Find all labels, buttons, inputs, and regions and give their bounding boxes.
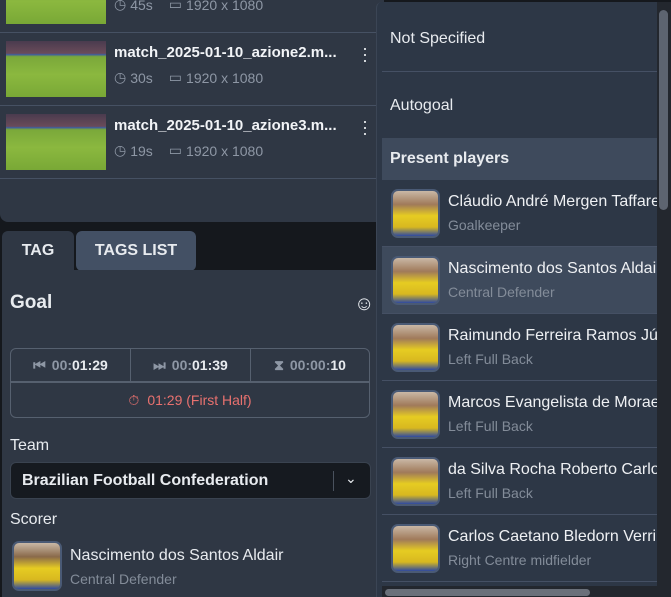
player-role: Left Full Back <box>448 485 533 501</box>
more-options-icon[interactable]: · · · <box>360 39 370 69</box>
team-select[interactable]: Brazilian Football Confederation ⌄ <box>10 462 371 499</box>
monitor-icon: ▭ <box>168 142 183 158</box>
video-thumbnail <box>6 41 106 97</box>
add-emoji-icon[interactable]: ☺ <box>354 293 374 316</box>
clock-icon: ◷ <box>114 69 127 85</box>
horizontal-scrollbar[interactable] <box>382 586 657 597</box>
skip-end-icon: ⏭ <box>153 356 166 373</box>
start-time[interactable]: ⏮ 00:01:29 <box>10 348 131 382</box>
more-options-icon[interactable]: · · · <box>360 112 370 142</box>
scrollbar-thumb[interactable] <box>385 589 590 596</box>
video-name: match_2025-01-10_azione3.m... <box>114 117 337 134</box>
player-option[interactable]: Marcos Evangelista de Moraes Left Full Ba… <box>382 381 668 448</box>
player-name: da Silva Rocha Roberto Carlos <box>448 461 668 478</box>
player-avatar <box>391 323 440 372</box>
scorer-avatar <box>12 541 62 591</box>
option-autogoal[interactable]: Autogoal <box>390 97 453 115</box>
video-name: match_2025-01-10_azione2.m... <box>114 44 337 61</box>
video-item[interactable]: match_2025-01-10_azione3.m... ◷ 19s ▭ 1920 … <box>0 106 376 179</box>
tab-tag[interactable]: TAG <box>2 231 74 271</box>
video-item[interactable]: ◷ 45s ▭ 1920 x 1080 <box>0 0 376 33</box>
skip-start-icon: ⏮ <box>33 356 46 373</box>
section-header: Present players <box>382 138 657 180</box>
scorer-label: Scorer <box>10 511 58 528</box>
player-name: Carlos Caetano Bledorn Verri <box>448 528 657 545</box>
video-item[interactable]: match_2025-01-10_azione2.m... ◷ 30s ▭ 1920 … <box>0 33 376 106</box>
player-name: Raimundo Ferreira Ramos Júnior <box>448 327 671 344</box>
player-option[interactable]: da Silva Rocha Roberto Carlos Left Full B… <box>382 448 668 515</box>
hourglass-icon: ⧗ <box>274 356 284 373</box>
video-thumbnail <box>6 114 106 170</box>
player-option[interactable]: Raimundo Ferreira Ramos Júnior Left Full … <box>382 314 671 381</box>
tab-tags-list[interactable]: TAGS LIST <box>76 231 196 271</box>
player-option[interactable]: Nascimento dos Santos Aldair Central Defe… <box>382 247 661 314</box>
player-avatar <box>391 524 440 573</box>
player-name: Cláudio André Mergen Taffarel <box>448 193 664 210</box>
player-role: Left Full Back <box>448 351 533 367</box>
clock-icon: ◷ <box>114 142 127 158</box>
video-thumbnail <box>6 0 106 24</box>
monitor-icon: ▭ <box>168 0 183 12</box>
option-not-specified[interactable]: Not Specified <box>390 30 485 48</box>
clock-icon: ◷ <box>114 0 127 12</box>
player-name: Nascimento dos Santos Aldair <box>448 260 662 277</box>
player-role: Right Centre midfielder <box>448 552 592 568</box>
scorer-name: Nascimento dos Santos Aldair <box>70 547 284 564</box>
video-list: ◷ 45s ▭ 1920 x 1080 match_2025-01-10_azione… <box>0 0 384 222</box>
event-time-button[interactable]: ⏱ 01:29 (First Half) <box>10 382 370 418</box>
player-role: Left Full Back <box>448 418 533 434</box>
monitor-icon: ▭ <box>168 69 183 85</box>
player-role: Goalkeeper <box>448 217 521 233</box>
player-avatar <box>391 256 440 305</box>
scorer-dropdown: Not Specified Autogoal Present players C… <box>376 2 671 597</box>
stopwatch-icon: ⏱ <box>128 391 140 408</box>
player-option[interactable]: Carlos Caetano Bledorn Verri Right Centre… <box>382 515 657 582</box>
chevron-down-icon[interactable]: ⌄ <box>345 470 357 487</box>
player-option[interactable]: Cláudio André Mergen Taffarel Goalkeeper <box>382 180 664 247</box>
player-avatar <box>391 189 440 238</box>
team-label: Team <box>10 437 50 454</box>
scrollbar-thumb[interactable] <box>659 10 668 210</box>
player-name: Marcos Evangelista de Moraes <box>448 394 668 411</box>
player-role: Central Defender <box>448 284 555 300</box>
tag-title: Goal <box>10 292 53 313</box>
player-avatar <box>391 457 440 506</box>
scorer-role: Central Defender <box>70 571 177 587</box>
vertical-scrollbar[interactable] <box>657 2 671 597</box>
end-time[interactable]: ⏭ 00:01:39 <box>130 348 251 382</box>
duration[interactable]: ⧗ 00:00:10 <box>250 348 370 382</box>
player-avatar <box>391 390 440 439</box>
